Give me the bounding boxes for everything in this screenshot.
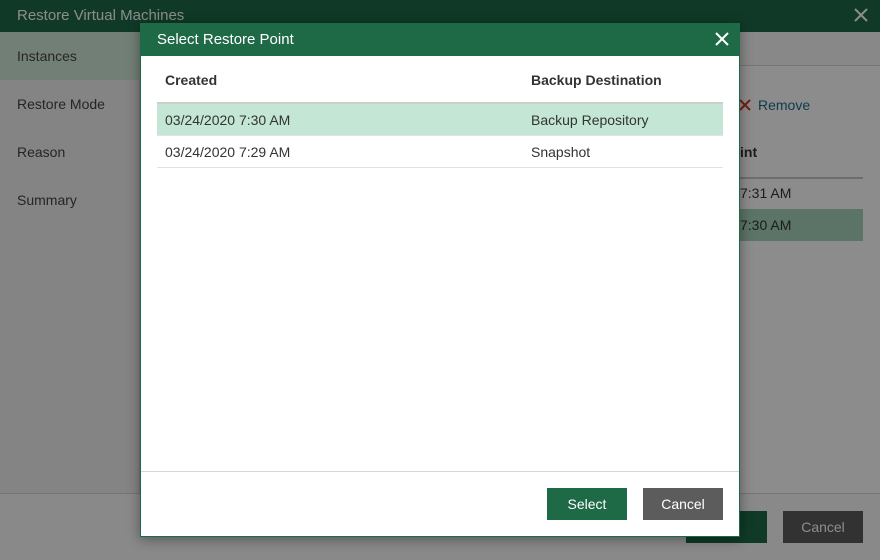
cell-created: 03/24/2020 7:30 AM: [165, 112, 291, 128]
table-row[interactable]: 03/24/2020 7:30 AM Backup Repository: [157, 104, 723, 136]
dialog-title: Select Restore Point: [157, 31, 294, 48]
cell-destination: Backup Repository: [531, 112, 649, 128]
table-row[interactable]: 03/24/2020 7:29 AM Snapshot: [157, 136, 723, 168]
cell-created: 03/24/2020 7:29 AM: [165, 144, 291, 160]
select-button[interactable]: Select: [547, 488, 627, 520]
select-restore-point-dialog: Select Restore Point Created Backup Dest…: [140, 23, 740, 537]
cancel-button[interactable]: Cancel: [643, 488, 723, 520]
restore-points-table: Created Backup Destination 03/24/2020 7:…: [157, 66, 723, 168]
close-icon[interactable]: [713, 30, 731, 48]
cell-destination: Snapshot: [531, 144, 591, 160]
table-header: Created Backup Destination: [157, 66, 723, 104]
dialog-footer: Select Cancel: [141, 471, 739, 536]
dialog-titlebar: Select Restore Point: [141, 24, 739, 56]
column-header-created[interactable]: Created: [165, 72, 217, 88]
column-header-backup-destination[interactable]: Backup Destination: [531, 72, 662, 88]
